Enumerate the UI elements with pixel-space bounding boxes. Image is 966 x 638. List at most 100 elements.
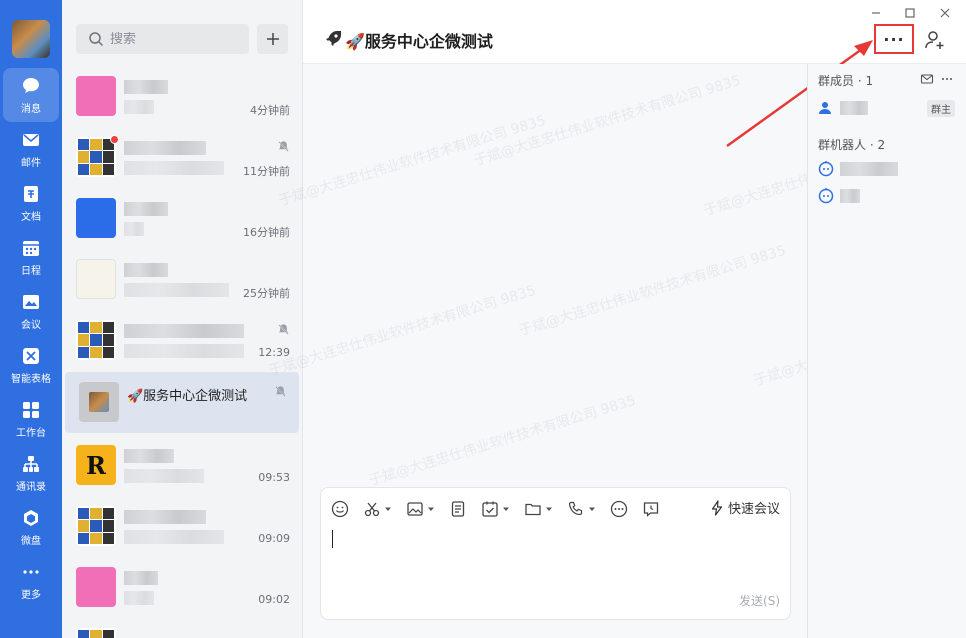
robot-icon: [818, 188, 834, 204]
group-members-label: 群成员 · 1: [818, 74, 874, 88]
redacted-bot-name: [840, 162, 898, 176]
conversation-item[interactable]: 25分钟前: [62, 249, 302, 310]
meeting-icon: [23, 294, 39, 309]
chat-pane: 于斌@大连忠仕伟业软件技术有限公司 9835 于斌@大连忠仕伟业软件技术有限公司…: [267, 0, 966, 638]
conversation-list: 4分钟前 11分钟前 16分钟前 25分钟前 12:39 🚀服务中心企微测试: [62, 0, 303, 638]
call-button[interactable]: [567, 500, 596, 518]
clock-message-icon: [643, 502, 659, 517]
nav-item-mail[interactable]: 邮件: [3, 122, 59, 176]
minimize-button[interactable]: [866, 4, 886, 22]
more-tools-button[interactable]: [610, 500, 628, 518]
user-avatar[interactable]: [12, 20, 50, 58]
nav-item-docs[interactable]: 文档: [3, 176, 59, 230]
new-chat-button[interactable]: [257, 24, 288, 54]
calendar-check-icon: [482, 501, 498, 517]
conversation-item[interactable]: 09:09: [62, 496, 302, 557]
search-input[interactable]: [110, 31, 240, 47]
group-avatar: [76, 506, 116, 546]
emoji-button[interactable]: [331, 500, 349, 518]
conversation-avatar: R: [76, 445, 116, 485]
compose-toolbar: [331, 498, 674, 520]
message-input[interactable]: [335, 528, 775, 588]
mute-bell-icon: [278, 324, 289, 335]
nav-item-contacts[interactable]: 通讯录: [3, 446, 59, 500]
send-button[interactable]: 发送(S): [739, 592, 780, 609]
conversation-time: 11分钟前: [243, 165, 290, 178]
conversation-avatar: [76, 259, 116, 299]
image-button[interactable]: [406, 500, 435, 518]
conversation-item[interactable]: 11分钟前: [62, 127, 302, 188]
conversation-item[interactable]: 16分钟前: [62, 188, 302, 249]
conversation-title: 🚀服务中心企微测试: [127, 389, 248, 404]
quick-meeting-label: 快速会议: [727, 502, 780, 517]
chat-bubble-icon: [23, 77, 39, 93]
redacted-message: [124, 100, 154, 114]
nav-item-meeting[interactable]: 会议: [3, 284, 59, 338]
group-bots-label: 群机器人 · 2: [818, 138, 886, 152]
document-button[interactable]: [449, 500, 467, 518]
conversation-item-active[interactable]: 🚀服务中心企微测试: [65, 372, 299, 433]
conversation-item[interactable]: 12:39: [62, 310, 302, 371]
nav-item-calendar[interactable]: 日程: [3, 230, 59, 284]
nav-item-smart-sheet[interactable]: 智能表格: [3, 338, 59, 392]
redacted-name: [124, 141, 206, 155]
maximize-button[interactable]: [900, 4, 920, 22]
maximize-icon: [905, 8, 915, 18]
chat-history-button[interactable]: [642, 500, 660, 518]
folder-icon: [525, 503, 541, 516]
smart-sheet-icon: [23, 347, 39, 364]
schedule-button[interactable]: [481, 500, 510, 518]
nav-item-more[interactable]: 更多: [3, 554, 59, 608]
document-icon: [451, 501, 465, 517]
nav-rail: 消息 邮件 文档 日程 会议 智能表格 工作台 通讯录 微盘 更多: [0, 0, 62, 638]
more-icon: [23, 569, 39, 574]
nav-item-workbench[interactable]: 工作台: [3, 392, 59, 446]
group-avatar: [76, 320, 116, 360]
redacted-message: [124, 530, 224, 544]
nav-label: 工作台: [16, 427, 46, 439]
watermark: 于斌@大连忠仕伟业软件技术有限公司 9835: [277, 112, 548, 210]
add-member-icon[interactable]: [923, 28, 947, 52]
minimize-icon: [872, 12, 880, 14]
more-horizontal-icon[interactable]: [940, 72, 954, 86]
conversation-item[interactable]: R 09:53: [62, 435, 302, 496]
mail-icon[interactable]: [920, 72, 934, 86]
nav-item-cloud-drive[interactable]: 微盘: [3, 500, 59, 554]
compose-box: 快速会议 发送(S): [320, 487, 791, 620]
search-box[interactable]: [76, 24, 249, 54]
lightning-icon: [711, 499, 723, 516]
member-row[interactable]: 群主: [818, 98, 963, 118]
caret-down-icon: [589, 507, 595, 511]
chat-title: 🚀服务中心企微测试: [345, 32, 493, 51]
contacts-icon: [23, 455, 39, 472]
bot-row[interactable]: [818, 159, 898, 179]
chat-more-button[interactable]: ···: [874, 24, 914, 54]
redacted-name: [124, 80, 168, 94]
conversation-time: 09:02: [258, 593, 290, 606]
nav-label: 通讯录: [16, 481, 46, 493]
conversation-time: 09:53: [258, 471, 290, 484]
conversation-item[interactable]: 09:02: [62, 557, 302, 618]
redacted-name: [124, 449, 174, 463]
folder-button[interactable]: [524, 500, 553, 518]
scissors-icon: [364, 502, 380, 517]
unread-dot: [110, 135, 119, 144]
close-button[interactable]: [935, 4, 955, 22]
group-avatar: [76, 137, 116, 177]
redacted-message: [124, 283, 229, 297]
nav-item-messages[interactable]: 消息: [3, 68, 59, 122]
image-icon: [407, 502, 423, 516]
screenshot-button[interactable]: [363, 500, 392, 518]
conversation-time: 16分钟前: [243, 226, 290, 239]
conversation-item[interactable]: [62, 618, 302, 638]
quick-meeting-button[interactable]: 快速会议: [709, 498, 780, 517]
conversation-time: 25分钟前: [243, 287, 290, 300]
conversation-time: 09:09: [258, 532, 290, 545]
conversation-time: 12:39: [258, 346, 290, 359]
caret-down-icon: [428, 507, 434, 511]
bot-row[interactable]: [818, 186, 860, 206]
conversation-item[interactable]: 4分钟前: [62, 66, 302, 127]
mute-bell-icon: [278, 141, 289, 152]
conversation-time: 4分钟前: [250, 104, 290, 117]
person-icon: [819, 102, 831, 114]
